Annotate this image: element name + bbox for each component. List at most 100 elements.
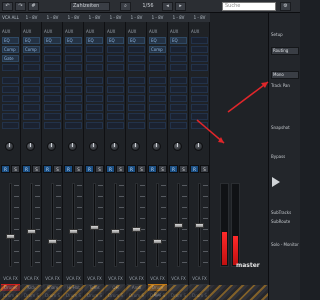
pan-knob[interactable] (173, 142, 182, 151)
send-slot[interactable] (65, 104, 82, 111)
record-button[interactable]: R (64, 165, 73, 173)
record-button[interactable]: R (85, 165, 94, 173)
volume-fader[interactable] (132, 227, 141, 232)
send-slot[interactable] (23, 95, 40, 102)
send-slot[interactable] (170, 104, 187, 111)
send-slot[interactable] (23, 77, 40, 84)
send-slot[interactable] (107, 95, 124, 102)
insert-slot[interactable] (191, 64, 208, 71)
send-slot[interactable] (2, 122, 19, 129)
solo-button[interactable]: S (32, 165, 41, 173)
insert-slot[interactable] (107, 55, 124, 62)
insert-slot[interactable] (128, 64, 145, 71)
insert-slot[interactable] (170, 46, 187, 53)
volume-fader[interactable] (195, 223, 204, 228)
insert-slot[interactable] (23, 55, 40, 62)
mono-button[interactable]: Mono (271, 71, 299, 79)
insert-slot[interactable] (44, 64, 61, 71)
strip-header[interactable]: 1 - 8V (21, 13, 42, 22)
send-slot[interactable] (128, 77, 145, 84)
send-slot[interactable] (149, 86, 166, 93)
send-slot[interactable] (65, 95, 82, 102)
prev-page-button[interactable]: ◂ (162, 2, 173, 11)
volume-fader[interactable] (174, 223, 183, 228)
send-slot[interactable] (65, 122, 82, 129)
send-slot[interactable] (2, 95, 19, 102)
insert-slot[interactable] (128, 46, 145, 53)
send-slot[interactable] (170, 122, 187, 129)
record-button[interactable]: R (106, 165, 115, 173)
send-slot[interactable] (86, 113, 103, 120)
strip-header[interactable]: 1 - 8V (147, 13, 168, 22)
send-slot[interactable] (86, 77, 103, 84)
pan-knob[interactable] (89, 142, 98, 151)
send-slot[interactable] (44, 122, 61, 129)
strip-header[interactable]: 1 - 8V (42, 13, 63, 22)
strip-header[interactable]: 1 - 8V (84, 13, 105, 22)
pan-knob[interactable] (131, 142, 140, 151)
insert-slot[interactable]: EQ (2, 37, 19, 44)
pan-knob[interactable] (26, 142, 35, 151)
send-slot[interactable] (107, 113, 124, 120)
send-slot[interactable] (86, 95, 103, 102)
insert-slot[interactable] (44, 46, 61, 53)
send-slot[interactable] (107, 86, 124, 93)
send-slot[interactable] (149, 77, 166, 84)
insert-slot[interactable] (128, 55, 145, 62)
next-page-button[interactable]: ▸ (175, 2, 186, 11)
pan-knob[interactable] (152, 142, 161, 151)
send-slot[interactable] (149, 122, 166, 129)
time-format-select[interactable]: Zahlzeiten (70, 2, 110, 11)
insert-slot[interactable] (23, 64, 40, 71)
search-input[interactable]: Suche (222, 2, 276, 11)
pan-knob[interactable] (68, 142, 77, 151)
send-slot[interactable] (170, 77, 187, 84)
insert-slot[interactable]: EQ (128, 37, 145, 44)
strip-header[interactable]: 1 - 8V (168, 13, 189, 22)
insert-slot[interactable]: EQ (23, 37, 40, 44)
send-slot[interactable] (2, 77, 19, 84)
insert-slot[interactable] (86, 46, 103, 53)
solo-button[interactable]: S (95, 165, 104, 173)
volume-fader[interactable] (27, 229, 36, 235)
insert-slot[interactable] (149, 55, 166, 62)
send-slot[interactable] (65, 77, 82, 84)
send-slot[interactable] (191, 113, 208, 120)
send-slot[interactable] (2, 113, 19, 120)
solo-button[interactable]: S (53, 165, 62, 173)
send-slot[interactable] (170, 95, 187, 102)
send-slot[interactable] (23, 104, 40, 111)
send-slot[interactable] (191, 77, 208, 84)
solo-button[interactable]: S (200, 165, 209, 173)
strip-header[interactable]: VCA ALL (0, 13, 21, 22)
send-slot[interactable] (128, 104, 145, 111)
volume-fader[interactable] (111, 229, 120, 235)
hash-icon[interactable]: # (28, 2, 39, 11)
insert-slot[interactable]: EQ (86, 37, 103, 44)
send-slot[interactable] (149, 104, 166, 111)
send-slot[interactable] (191, 95, 208, 102)
insert-slot[interactable] (191, 55, 208, 62)
solo-button[interactable]: S (116, 165, 125, 173)
send-slot[interactable] (149, 95, 166, 102)
insert-slot[interactable]: Comp (149, 46, 166, 53)
send-slot[interactable] (86, 86, 103, 93)
insert-slot[interactable] (107, 46, 124, 53)
volume-fader[interactable] (69, 229, 78, 235)
send-slot[interactable] (65, 113, 82, 120)
solo-button[interactable]: S (179, 165, 188, 173)
send-slot[interactable] (44, 86, 61, 93)
send-slot[interactable] (86, 122, 103, 129)
pan-knob[interactable] (47, 142, 56, 151)
volume-fader[interactable] (48, 239, 57, 244)
insert-slot[interactable]: EQ (149, 37, 166, 44)
record-button[interactable]: R (43, 165, 52, 173)
insert-slot[interactable]: EQ (107, 37, 124, 44)
insert-slot[interactable]: Comp (23, 46, 40, 53)
insert-slot[interactable] (2, 64, 19, 71)
send-slot[interactable] (2, 104, 19, 111)
strip-header[interactable]: 1 - 8V (105, 13, 126, 22)
send-slot[interactable] (23, 122, 40, 129)
volume-fader[interactable] (153, 239, 162, 244)
insert-slot[interactable]: EQ (170, 37, 187, 44)
